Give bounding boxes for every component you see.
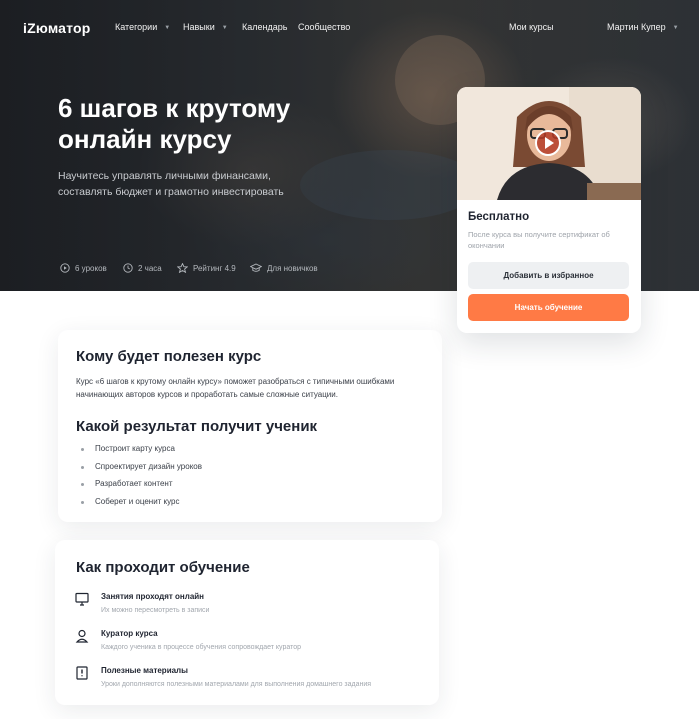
curator-icon xyxy=(75,629,89,643)
my-courses-link[interactable]: Мои курсы xyxy=(509,22,554,32)
nav-item-label: Навыки xyxy=(183,22,215,32)
feature-title: Полезные материалы xyxy=(101,666,188,675)
nav-item-label: Сообщество xyxy=(298,22,351,32)
meta-duration: 2 часа xyxy=(123,262,162,274)
monitor-icon xyxy=(75,592,89,606)
top-nav: iZюматор Категории ▼ Навыки ▼ Календарь Со… xyxy=(0,0,699,56)
meta-level: Для новичков xyxy=(250,262,318,274)
user-name: Мартин Купер xyxy=(607,22,666,32)
nav-item-label: Календарь xyxy=(242,22,288,32)
nav-item-categories[interactable]: Категории ▼ xyxy=(115,22,170,32)
chevron-down-icon: ▼ xyxy=(672,25,679,31)
audience-title: Кому будет полезен курс xyxy=(76,348,262,365)
learning-format-panel: Как проходит обучение Занятия проходят о… xyxy=(55,540,439,705)
page-subtitle: Научитесь управлять личными финансами, с… xyxy=(58,170,284,198)
meta-text: Рейтинг 4.9 xyxy=(193,263,236,273)
meta-rating: Рейтинг 4.9 xyxy=(177,262,236,274)
course-price: Бесплатно xyxy=(468,211,530,223)
feature-desc: Каждого ученика в процессе обучения сопр… xyxy=(101,644,302,651)
course-preview-video[interactable] xyxy=(457,87,641,200)
list-item: Соберет и оценит курс xyxy=(81,497,180,506)
page-title: 6 шагов к крутому онлайн курсу xyxy=(58,93,291,154)
nav-item-label: Категории xyxy=(115,22,158,32)
meta-lessons: 6 уроков xyxy=(60,262,107,274)
course-info-panel: Кому будет полезен курс Курс «6 шагов к … xyxy=(58,330,442,522)
hero-photo-desk xyxy=(300,150,480,220)
list-item: Спроектирует дизайн уроков xyxy=(81,462,202,471)
play-button[interactable] xyxy=(535,130,561,156)
nav-item-calendar[interactable]: Календарь xyxy=(242,22,287,32)
list-item: Разработает контент xyxy=(81,479,173,488)
play-icon xyxy=(545,137,554,149)
document-icon xyxy=(76,666,88,680)
clock-icon xyxy=(123,263,133,273)
meta-text: 6 уроков xyxy=(75,263,107,273)
play-circle-icon xyxy=(60,263,70,273)
list-item: Построит карту курса xyxy=(81,444,175,453)
certificate-note: После курса вы получите сертификат об ок… xyxy=(468,230,610,250)
meta-text: 2 часа xyxy=(138,263,162,273)
nav-item-skills[interactable]: Навыки ▼ xyxy=(183,22,228,32)
chevron-down-icon: ▼ xyxy=(221,25,228,31)
chevron-down-icon: ▼ xyxy=(164,25,171,31)
course-card: Бесплатно После курса вы получите сертиф… xyxy=(457,87,641,333)
feature-title: Занятия проходят онлайн xyxy=(101,592,205,601)
feature-desc: Уроки дополняются полезными материалами … xyxy=(101,681,372,688)
audience-text: Курс «6 шагов к крутому онлайн курсу» по… xyxy=(76,377,395,399)
user-menu[interactable]: Мартин Купер ▼ xyxy=(607,22,679,32)
add-to-favorites-button[interactable]: Добавить в избранное xyxy=(468,262,629,289)
feature-title: Куратор курса xyxy=(101,629,158,638)
meta-text: Для новичков xyxy=(267,263,318,273)
result-title: Какой результат получит ученик xyxy=(76,418,318,435)
star-icon xyxy=(177,263,188,273)
logo[interactable]: iZюматор xyxy=(23,20,91,36)
graduation-cap-icon xyxy=(250,263,262,272)
learning-title: Как проходит обучение xyxy=(76,559,250,576)
feature-desc: Их можно пересмотреть в записи xyxy=(101,607,210,614)
nav-item-community[interactable]: Сообщество xyxy=(298,22,350,32)
start-learning-button[interactable]: Начать обучение xyxy=(468,294,629,321)
